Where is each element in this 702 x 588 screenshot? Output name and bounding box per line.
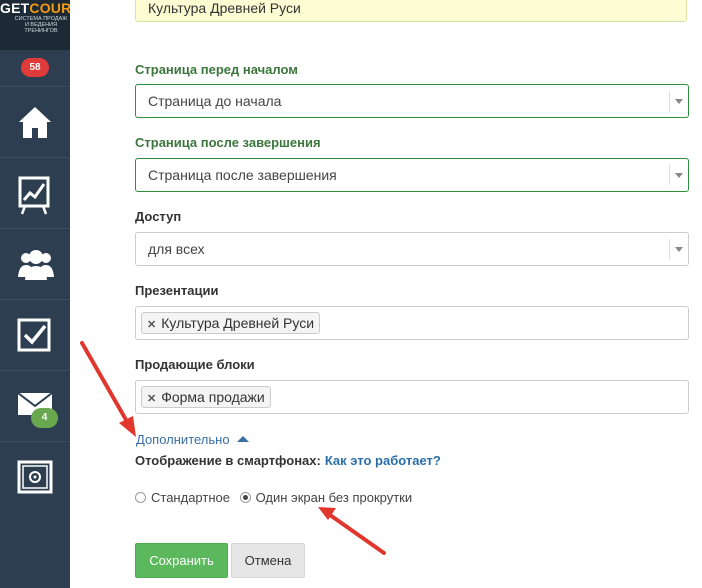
sales-blocks-input[interactable]: ✕ Форма продажи (135, 380, 689, 414)
sales-block-tag-label: Форма продажи (161, 389, 265, 405)
after-page-label: Страница после завершения (135, 135, 321, 150)
radio-standard[interactable]: Стандартное (135, 490, 230, 505)
nav-item-users[interactable] (0, 228, 70, 300)
before-page-value: Страница до начала (148, 93, 282, 109)
smartphone-display-label: Отображение в смартфонах: (135, 453, 321, 468)
logo-tagline: Система продаж и ведения тренингов (14, 16, 68, 34)
logo-text-get: GET (0, 0, 30, 16)
chart-easel-icon (18, 176, 50, 215)
chevron-down-icon (669, 165, 688, 185)
sales-block-tag: ✕ Форма продажи (141, 386, 271, 408)
more-settings-label: Дополнительно (136, 432, 230, 447)
more-settings-link[interactable]: Дополнительно (136, 432, 249, 447)
cancel-button[interactable]: Отмена (231, 543, 305, 578)
radio-one-screen-label: Один экран без прокрутки (255, 490, 413, 505)
access-label: Доступ (135, 209, 182, 224)
chevron-down-icon (669, 91, 688, 111)
radio-standard-circle[interactable] (135, 492, 146, 503)
nav-item-home[interactable] (0, 86, 70, 158)
presentations-input[interactable]: ✕ Культура Древней Руси (135, 306, 689, 340)
sales-blocks-label: Продающие блоки (135, 357, 255, 372)
checkbox-icon (17, 318, 51, 352)
smartphone-display-row: Отображение в смартфонах: Как это работае… (135, 453, 441, 468)
radio-standard-label: Стандартное (151, 490, 230, 505)
presentations-label: Презентации (135, 283, 219, 298)
caret-up-icon (236, 436, 249, 442)
logo[interactable]: GETCOURSE Система продаж и ведения трени… (0, 0, 70, 50)
save-button[interactable]: Сохранить (135, 543, 228, 578)
nav-item-mail[interactable] (0, 370, 70, 442)
before-page-label: Страница перед началом (135, 62, 298, 77)
remove-tag-icon[interactable]: ✕ (147, 319, 156, 331)
presentation-tag-label: Культура Древней Руси (161, 315, 315, 331)
after-page-select[interactable]: Страница после завершения (135, 158, 689, 192)
access-value: для всех (148, 241, 205, 257)
nav-item-tasks[interactable] (0, 299, 70, 371)
after-page-value: Страница после завершения (148, 167, 337, 183)
before-page-select[interactable]: Страница до начала (135, 84, 689, 118)
mail-count-badge: 4 (31, 408, 58, 428)
safe-icon (17, 460, 53, 494)
how-it-works-link[interactable]: Как это работает? (325, 453, 441, 468)
home-icon (19, 107, 51, 138)
radio-one-screen-circle[interactable] (239, 492, 251, 503)
lesson-title-input[interactable]: Культура Древней Руси (135, 0, 687, 22)
presentation-tag: ✕ Культура Древней Руси (141, 312, 321, 334)
radio-one-screen[interactable]: Один экран без прокрутки (239, 490, 413, 505)
notification-badge[interactable]: 58 (21, 58, 49, 77)
logo-text-course: COURSE (29, 0, 70, 16)
smartphone-mode-options: Стандартное Один экран без прокрутки (135, 490, 412, 505)
users-icon (18, 250, 54, 280)
main-content: Культура Древней Руси Страница перед нач… (70, 0, 702, 588)
remove-tag-icon[interactable]: ✕ (147, 393, 156, 405)
nav-item-safe[interactable] (0, 441, 70, 513)
sidebar: GETCOURSE Система продаж и ведения трени… (0, 0, 70, 588)
nav-item-reports[interactable] (0, 157, 70, 229)
chevron-down-icon (669, 239, 688, 259)
access-select[interactable]: для всех (135, 232, 689, 266)
